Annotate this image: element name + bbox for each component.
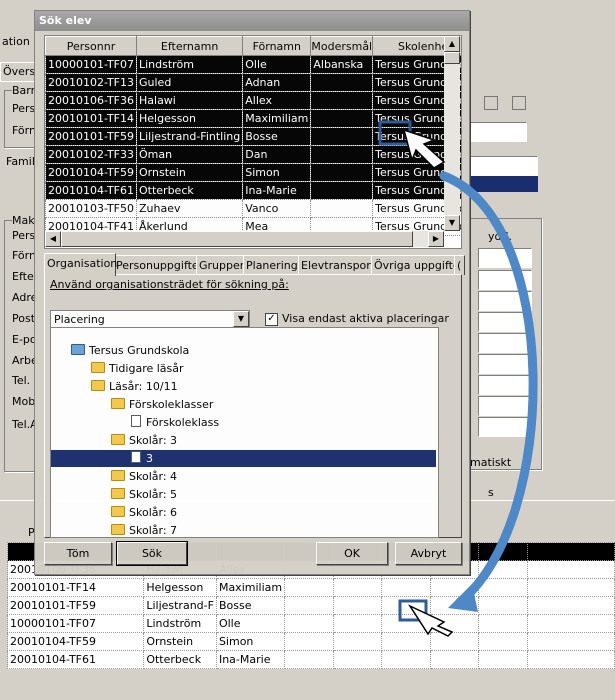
cursor-arrow-icon	[402, 128, 446, 169]
drag-path-arrow	[439, 171, 538, 607]
drag-annotation-overlay	[378, 120, 538, 637]
